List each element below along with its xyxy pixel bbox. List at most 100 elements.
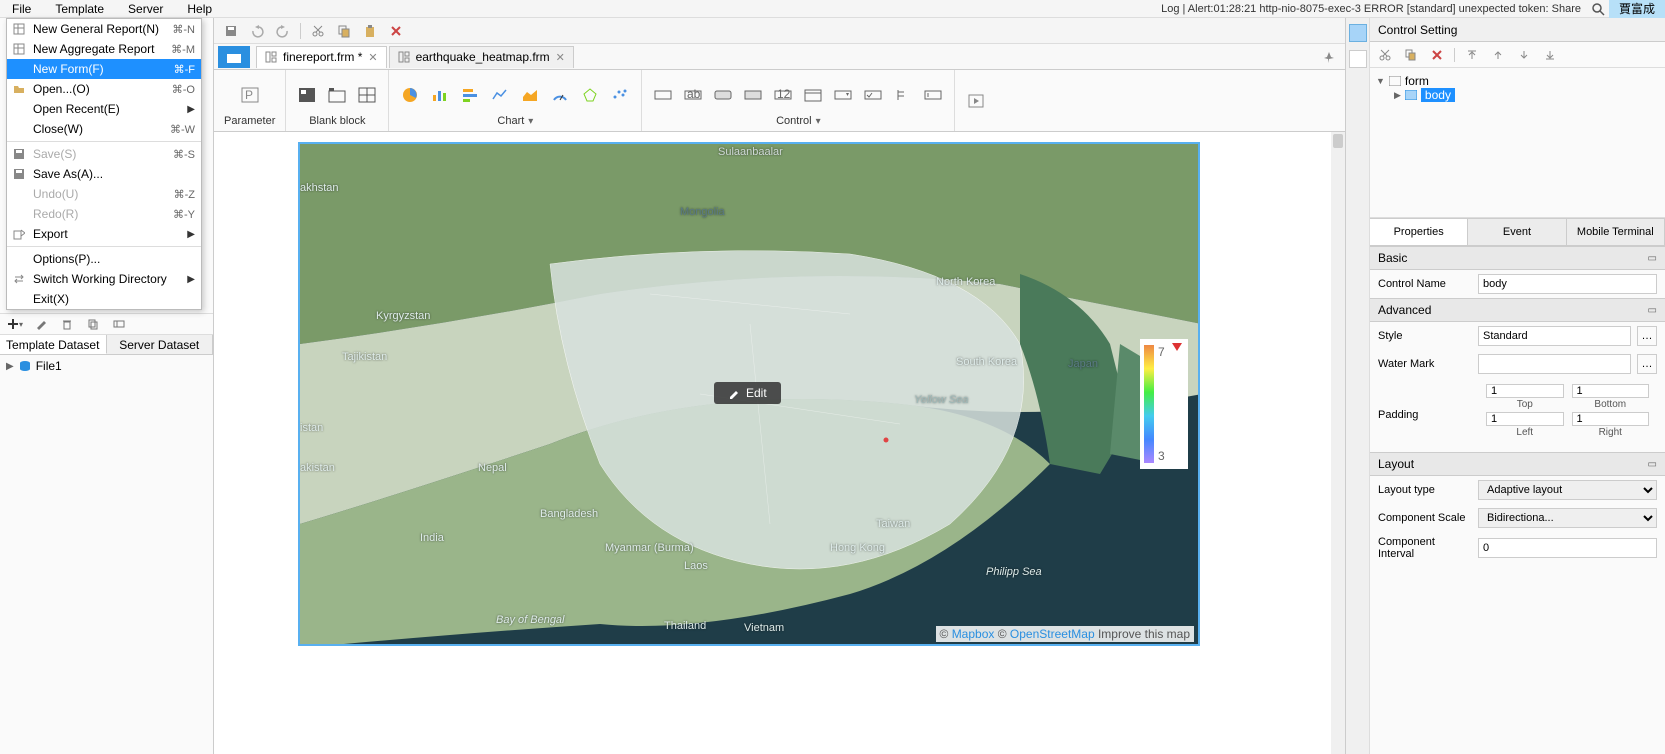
cut-icon[interactable] (309, 22, 327, 40)
bar-chart-icon[interactable] (429, 84, 451, 106)
style-browse-button[interactable]: … (1637, 326, 1657, 346)
delete-icon[interactable] (387, 22, 405, 40)
tab-template-dataset[interactable]: Template Dataset (0, 335, 107, 354)
pin-icon[interactable] (1323, 51, 1341, 63)
file-menu-item[interactable]: Save As(A)... (7, 164, 201, 184)
file-menu-item[interactable]: Exit(X) (7, 289, 201, 309)
save-icon[interactable] (222, 22, 240, 40)
block-abs-icon[interactable] (296, 84, 318, 106)
file-menu-item[interactable]: Save(S)⌘-S (7, 144, 201, 164)
doc-tab-earthquake[interactable]: earthquake_heatmap.frm ✕ (389, 46, 574, 68)
file-menu-item[interactable]: Export▶ (7, 224, 201, 244)
tab-server-dataset[interactable]: Server Dataset (107, 335, 214, 354)
doc-tab-finereport[interactable]: finereport.frm * ✕ (256, 46, 387, 68)
chevron-down-icon[interactable]: ▾ (528, 116, 533, 127)
button-icon[interactable] (712, 84, 734, 106)
map-chart-block[interactable]: MongoliaakhstanKyrgyzstanTajikistanistan… (298, 142, 1200, 646)
component-scale-select[interactable]: Bidirectiona... (1478, 508, 1657, 528)
combo-icon[interactable] (832, 84, 854, 106)
copy-icon[interactable] (335, 22, 353, 40)
watermark-input[interactable] (1478, 354, 1631, 374)
style-input[interactable] (1478, 326, 1631, 346)
move-up-icon[interactable] (1489, 46, 1507, 64)
scatter-chart-icon[interactable] (609, 84, 631, 106)
add-dataset-icon[interactable]: ▾ (6, 315, 24, 333)
search-icon[interactable] (1587, 0, 1609, 18)
menu-help[interactable]: Help (175, 0, 224, 18)
date-icon[interactable] (802, 84, 824, 106)
file-menu-item[interactable]: New Form(F)⌘-F (7, 59, 201, 79)
radar-chart-icon[interactable] (579, 84, 601, 106)
ctrl-copy-icon[interactable] (1402, 46, 1420, 64)
file-menu-item[interactable]: Open...(O)⌘-O (7, 79, 201, 99)
move-top-icon[interactable] (1463, 46, 1481, 64)
file-menu-item[interactable]: Close(W)⌘-W (7, 119, 201, 139)
file-menu-item[interactable]: Redo(R)⌘-Y (7, 204, 201, 224)
paste-icon[interactable] (361, 22, 379, 40)
treecombo-icon[interactable] (922, 84, 944, 106)
copy-dataset-icon[interactable] (84, 315, 102, 333)
component-interval-input[interactable] (1478, 538, 1657, 558)
number-icon[interactable]: 12 (772, 84, 794, 106)
move-down-icon[interactable] (1515, 46, 1533, 64)
edit-overlay-button[interactable]: Edit (714, 382, 781, 404)
file-menu-item[interactable]: Undo(U)⌘-Z (7, 184, 201, 204)
watermark-browse-button[interactable]: … (1637, 354, 1657, 374)
ribbon-preview[interactable] (955, 70, 997, 131)
file-menu-item[interactable]: Options(P)... (7, 249, 201, 269)
padding-left-input[interactable] (1486, 412, 1564, 426)
move-bottom-icon[interactable] (1541, 46, 1559, 64)
ctrl-cut-icon[interactable] (1376, 46, 1394, 64)
canvas-scrollbar[interactable] (1331, 132, 1345, 754)
menu-template[interactable]: Template (43, 0, 116, 18)
gauge-chart-icon[interactable] (549, 84, 571, 106)
file-menu-item[interactable]: Switch Working Directory▶ (7, 269, 201, 289)
text-field-icon[interactable] (652, 84, 674, 106)
tree-icon[interactable] (892, 84, 914, 106)
section-layout[interactable]: Layout▭ (1370, 452, 1665, 476)
tab-event[interactable]: Event (1468, 219, 1566, 245)
padding-bottom-input[interactable] (1572, 384, 1650, 398)
edit-dataset-icon[interactable] (32, 315, 50, 333)
layout-type-select[interactable]: Adaptive layout (1478, 480, 1657, 500)
ribbon-parameter[interactable]: P Parameter (214, 70, 286, 131)
block-tab-icon[interactable] (326, 84, 348, 106)
pie-chart-icon[interactable] (399, 84, 421, 106)
preview-dataset-icon[interactable] (110, 315, 128, 333)
undo-icon[interactable] (248, 22, 266, 40)
dataset-node-file1[interactable]: ▶ File1 (6, 359, 207, 373)
chevron-down-icon[interactable]: ▾ (816, 116, 821, 127)
tab-mobile[interactable]: Mobile Terminal (1567, 219, 1665, 245)
label-icon[interactable]: ab (682, 84, 704, 106)
area-chart-icon[interactable] (519, 84, 541, 106)
rail-button-other[interactable] (1349, 50, 1367, 68)
mapbox-link[interactable]: Mapbox (952, 627, 995, 641)
close-tab-icon[interactable]: ✕ (556, 51, 565, 64)
button2-icon[interactable] (742, 84, 764, 106)
file-menu-item[interactable]: New Aggregate Report⌘-M (7, 39, 201, 59)
menu-file[interactable]: File (0, 0, 43, 18)
rail-button-control[interactable] (1349, 24, 1367, 42)
tree-node-body[interactable]: ▶ body (1376, 88, 1659, 102)
block-grid-icon[interactable] (356, 84, 378, 106)
delete-dataset-icon[interactable] (58, 315, 76, 333)
padding-top-input[interactable] (1486, 384, 1564, 398)
section-basic[interactable]: Basic▭ (1370, 246, 1665, 270)
osm-link[interactable]: OpenStreetMap (1010, 627, 1095, 641)
tree-node-form[interactable]: ▼ form (1376, 74, 1659, 88)
line-chart-icon[interactable] (489, 84, 511, 106)
ctrl-delete-icon[interactable] (1428, 46, 1446, 64)
file-menu-item[interactable]: Open Recent(E)▶ (7, 99, 201, 119)
hbar-chart-icon[interactable] (459, 84, 481, 106)
tab-properties[interactable]: Properties (1370, 219, 1468, 245)
section-advanced[interactable]: Advanced▭ (1370, 298, 1665, 322)
menu-server[interactable]: Server (116, 0, 175, 18)
close-tab-icon[interactable]: ✕ (368, 51, 377, 64)
user-badge[interactable]: 賈富成 (1609, 0, 1665, 19)
control-name-input[interactable] (1478, 274, 1657, 294)
design-canvas[interactable]: MongoliaakhstanKyrgyzstanTajikistanistan… (214, 132, 1345, 754)
file-menu-item[interactable]: New General Report(N)⌘-N (7, 19, 201, 39)
checkcombo-icon[interactable] (862, 84, 884, 106)
home-tab[interactable] (218, 46, 250, 68)
padding-right-input[interactable] (1572, 412, 1650, 426)
